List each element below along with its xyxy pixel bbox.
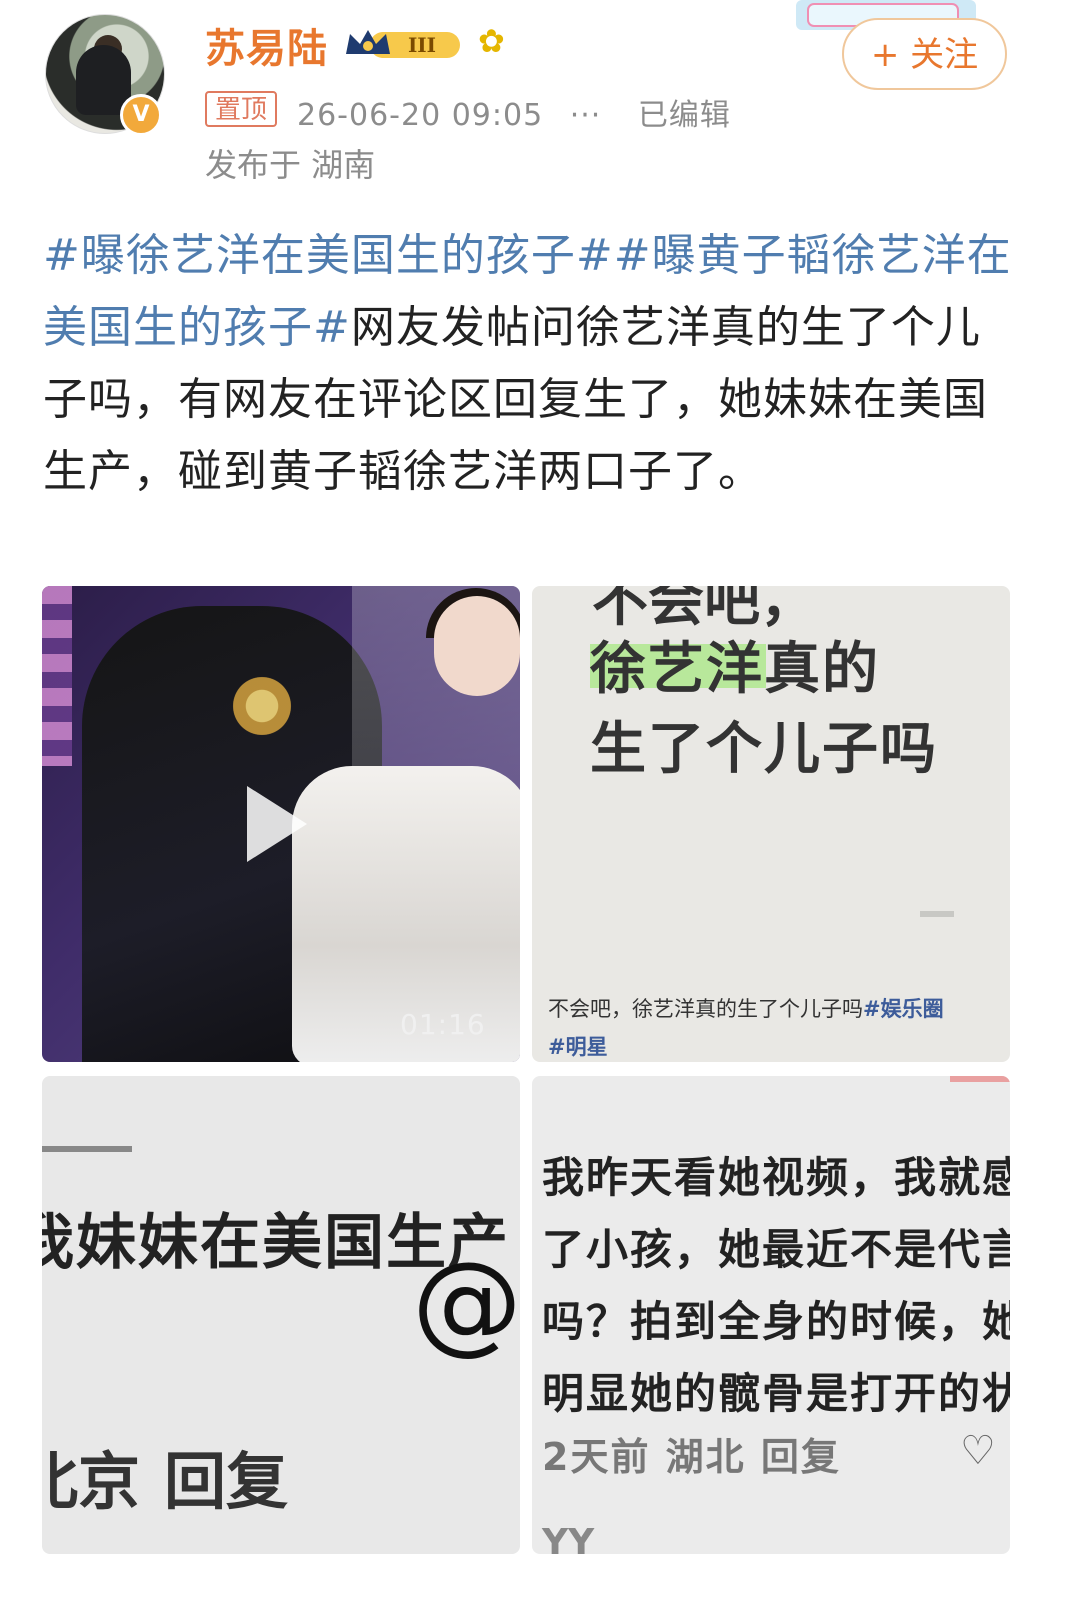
post-meta: 26-06-20 09:05 ··· 已编辑 (297, 90, 731, 134)
image-text: 2天前 湖北 回复 (542, 1435, 841, 1479)
hashtag-link[interactable]: #曝徐艺洋在美国生的孩子# (43, 230, 614, 281)
sunflower-icon: ✿ (478, 22, 505, 60)
image-text: YY (542, 1522, 595, 1554)
edited-label: 已编辑 (637, 98, 731, 133)
image-thumbnail[interactable]: 我昨天看她视频，我就感 了小孩，她最近不是代言 吗？拍到全身的时候，她 明显她的… (532, 1076, 1010, 1554)
image-text: 北京 (42, 1445, 141, 1518)
video-duration: 01:16 (400, 1008, 486, 1041)
follow-button[interactable]: + 关注 (842, 18, 1007, 90)
image-thumbnail[interactable]: 我妹妹在美国生产 @ 北京 回复 (42, 1076, 520, 1554)
image-text: 徐艺洋真的 (590, 637, 880, 702)
post-location: 发布于 湖南 (205, 146, 376, 184)
image-caption: 不会吧，徐艺洋真的生了个儿子吗#娱乐圈 #明星 (548, 997, 944, 1059)
post-body: #曝徐艺洋在美国生的孩子##曝黄子韬徐艺洋在美国生的孩子#网友发帖问徐艺洋真的生… (43, 220, 1018, 508)
svg-text:III: III (408, 33, 436, 57)
image-text: 吗？拍到全身的时候，她 (542, 1297, 1010, 1346)
username[interactable]: 苏易陆 (205, 16, 328, 74)
heart-icon: ♡ (960, 1428, 996, 1474)
pinned-badge: 置顶 (205, 91, 278, 127)
more-icon[interactable]: ··· (570, 98, 602, 133)
image-text: 我昨天看她视频，我就感 (542, 1153, 1010, 1202)
image-text: 回复 (164, 1445, 289, 1518)
play-icon[interactable] (247, 786, 307, 862)
post-timestamp: 26-06-20 09:05 (297, 98, 544, 133)
image-text: 明显她的髋骨是打开的状 (542, 1369, 1010, 1418)
image-text: 了小孩，她最近不是代言 (542, 1225, 1010, 1274)
image-thumbnail[interactable]: 不会吧， 徐艺洋真的 生了个儿子吗 不会吧，徐艺洋真的生了个儿子吗#娱乐圈 #明… (532, 586, 1010, 1062)
verified-badge-icon: V (120, 94, 162, 136)
image-text: 生了个儿子吗 (590, 717, 938, 782)
member-level-badge-icon: III (346, 30, 460, 58)
at-icon: @ (412, 1238, 520, 1366)
video-thumbnail[interactable]: 01:16 (42, 586, 520, 1062)
